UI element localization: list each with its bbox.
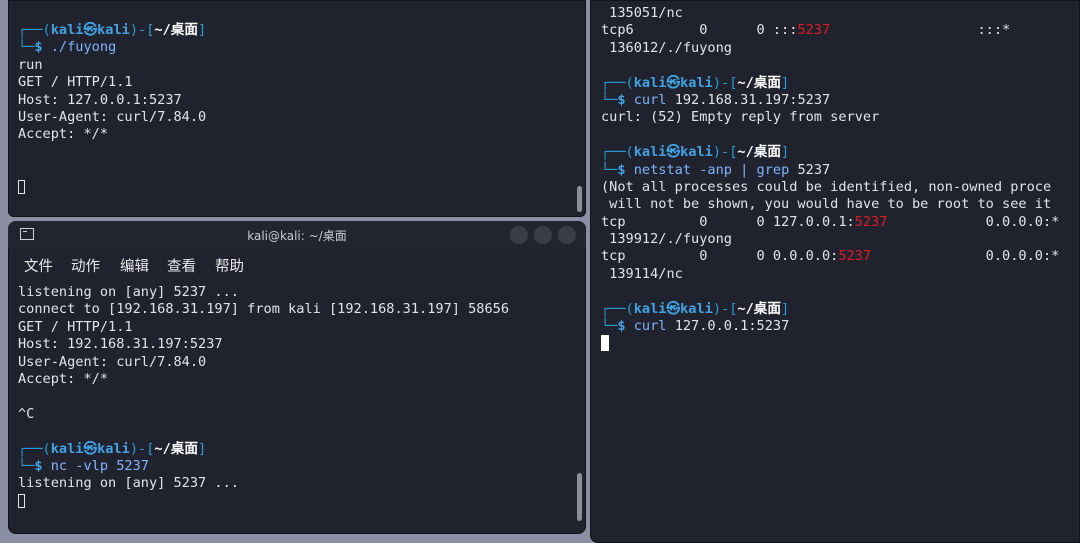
scrollbar[interactable] xyxy=(577,473,582,521)
command-line: └─$ ./fuyong xyxy=(18,39,117,56)
menu-action[interactable]: 动作 xyxy=(71,255,100,276)
command-line: └─$ nc -vlp 5237 xyxy=(18,457,149,474)
output-line: 139114/nc xyxy=(601,265,683,282)
output-line: User-Agent: curl/7.84.0 xyxy=(18,108,207,125)
output-line: run xyxy=(18,56,43,73)
window-titlebar[interactable]: kali@kali: ~/桌面 xyxy=(8,221,586,249)
output-line: listening on [any] 5237 ... xyxy=(18,475,239,492)
output-line: 136012/./fuyong xyxy=(601,39,732,56)
close-button[interactable] xyxy=(558,226,576,244)
maximize-button[interactable] xyxy=(534,226,552,244)
menu-edit[interactable]: 编辑 xyxy=(120,255,149,276)
window-title: kali@kali: ~/桌面 xyxy=(247,229,347,243)
output-line: will not be shown, you would have to be … xyxy=(601,196,1052,213)
menu-bar: 文件 动作 编辑 查看 帮助 xyxy=(8,249,586,277)
netstat-row: tcp6 0 0 :::5237 :::* xyxy=(601,22,1011,39)
terminal-right[interactable]: 135051/nc tcp6 0 0 :::5237 :::* 136012/.… xyxy=(590,0,1080,543)
output-line: connect to [192.168.31.197] from kali [1… xyxy=(18,301,510,318)
output-line: listening on [any] 5237 ... xyxy=(18,284,239,300)
menu-view[interactable]: 查看 xyxy=(167,255,196,276)
shell-prompt: ┌──(kali㉿kali)-[~/桌面] xyxy=(601,144,790,161)
output-line: (Not all processes could be identified, … xyxy=(601,178,1052,195)
menu-help[interactable]: 帮助 xyxy=(215,255,244,276)
command-line: └─$ curl 127.0.0.1:5237 xyxy=(601,318,790,335)
output-line: User-Agent: curl/7.84.0 xyxy=(18,353,207,370)
shell-prompt: ┌──(kali㉿kali)-[~/桌面] xyxy=(18,440,207,457)
shell-prompt: ┌──(kali㉿kali)-[~/桌面] xyxy=(18,22,207,38)
output-line: Host: 192.168.31.197:5237 xyxy=(18,336,223,353)
netstat-row: tcp 0 0 127.0.0.1:5237 0.0.0.0:* xyxy=(601,213,1060,230)
output-line: Accept: */* xyxy=(18,126,109,143)
netstat-row: tcp 0 0 0.0.0.0:5237 0.0.0.0:* xyxy=(601,248,1060,265)
output-line: 135051/nc xyxy=(601,5,683,21)
terminal-bottom-left[interactable]: kali@kali: ~/桌面 文件 动作 编辑 查看 帮助 listening… xyxy=(8,221,586,534)
shell-prompt: ┌──(kali㉿kali)-[~/桌面] xyxy=(601,74,790,91)
shell-prompt: ┌──(kali㉿kali)-[~/桌面] xyxy=(601,300,790,317)
output-line: curl: (52) Empty reply from server xyxy=(601,109,880,126)
output-line: Host: 127.0.0.1:5237 xyxy=(18,91,182,108)
output-line: GET / HTTP/1.1 xyxy=(18,74,133,91)
scrollbar[interactable] xyxy=(577,186,582,212)
minimize-button[interactable] xyxy=(510,226,528,244)
output-line: 139912/./fuyong xyxy=(601,231,732,248)
output-line: GET / HTTP/1.1 xyxy=(18,318,133,335)
text-cursor xyxy=(601,335,1070,352)
terminal-top-left[interactable]: ┌──(kali㉿kali)-[~/桌面] └─$ ./fuyong run G… xyxy=(8,0,586,217)
command-line: └─$ curl 192.168.31.197:5237 xyxy=(601,91,831,108)
menu-file[interactable]: 文件 xyxy=(24,255,53,276)
command-line: └─$ netstat -anp | grep 5237 xyxy=(601,161,831,178)
interrupt-line: ^C xyxy=(18,405,35,422)
output-line: Accept: */* xyxy=(18,370,109,387)
text-cursor xyxy=(18,179,576,196)
text-cursor xyxy=(18,493,576,510)
